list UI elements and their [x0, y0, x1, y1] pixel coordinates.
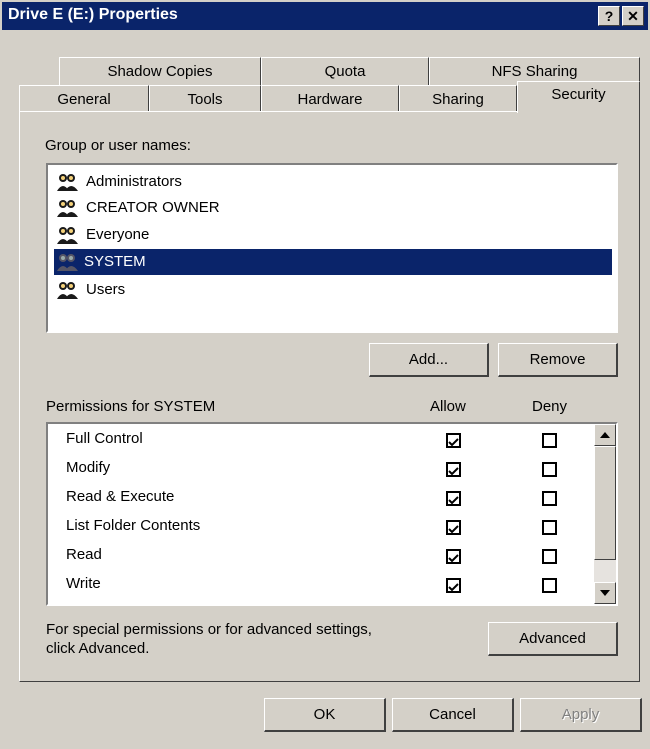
cancel-button[interactable]: Cancel — [392, 698, 514, 732]
check-icon — [448, 467, 459, 476]
title-bar[interactable]: Drive E (E:) Properties ? ✕ — [2, 2, 648, 30]
ok-button[interactable]: OK — [264, 698, 386, 732]
add-button-label: Add... — [408, 351, 449, 368]
check-icon — [448, 525, 459, 534]
permissions-label: Permissions for SYSTEM — [46, 398, 216, 415]
users-group-icon — [57, 254, 78, 271]
advanced-button-label: Advanced — [519, 630, 586, 647]
deny-checkbox[interactable] — [542, 491, 557, 506]
deny-checkbox[interactable] — [542, 433, 557, 448]
check-icon — [448, 438, 459, 447]
user-name: CREATOR OWNER — [86, 199, 220, 216]
deny-header: Deny — [532, 398, 568, 415]
tab-tools[interactable]: Tools — [149, 85, 261, 112]
permission-row: Write — [66, 575, 101, 604]
tab-hardware[interactable]: Hardware — [261, 85, 399, 112]
tab-security[interactable]: Security — [517, 81, 640, 113]
list-item-selected[interactable]: SYSTEM — [54, 249, 612, 275]
tab-label: Sharing — [432, 91, 484, 108]
arrow-up-icon — [600, 432, 610, 438]
close-button[interactable]: ✕ — [622, 6, 644, 26]
tab-label: Hardware — [297, 91, 363, 108]
tab-label: General — [57, 91, 111, 108]
allow-checkbox[interactable] — [446, 491, 461, 506]
users-group-icon — [57, 200, 78, 217]
allow-checkbox[interactable] — [446, 520, 461, 535]
add-button[interactable]: Add... — [369, 343, 489, 377]
tab-label: Security — [551, 86, 606, 103]
deny-checkbox[interactable] — [542, 520, 557, 535]
check-icon — [448, 496, 459, 505]
close-icon: ✕ — [627, 8, 639, 24]
permission-row: List Folder Contents — [66, 517, 200, 546]
advanced-note-line: click Advanced. — [46, 640, 150, 657]
cancel-button-label: Cancel — [429, 706, 476, 723]
tab-shadow-copies[interactable]: Shadow Copies — [59, 57, 261, 85]
users-group-icon — [57, 174, 78, 191]
user-name: Users — [86, 281, 126, 298]
check-icon — [448, 554, 459, 563]
allow-checkbox[interactable] — [446, 578, 461, 593]
permission-name: Read — [66, 546, 102, 563]
apply-button[interactable]: Apply — [520, 698, 642, 732]
deny-checkbox[interactable] — [542, 549, 557, 564]
permission-name: List Folder Contents — [66, 517, 201, 534]
scroll-thumb[interactable] — [594, 446, 616, 560]
permission-row: Read & Execute — [66, 488, 174, 517]
security-panel: Group or user names: Administrators CREA… — [19, 111, 640, 682]
users-group-icon — [57, 227, 78, 244]
deny-checkbox[interactable] — [542, 578, 557, 593]
allow-checkbox[interactable] — [446, 433, 461, 448]
permission-name: Full Control — [66, 430, 143, 447]
permission-row: Read — [66, 546, 102, 575]
arrow-down-icon — [600, 590, 610, 596]
scroll-up-button[interactable] — [594, 424, 616, 446]
allow-header: Allow — [430, 398, 466, 415]
permission-name: Modify — [66, 459, 111, 476]
tab-label: Quota — [324, 63, 366, 80]
allow-checkbox[interactable] — [446, 462, 461, 477]
permission-row: Full Control — [66, 430, 143, 459]
tab-quota[interactable]: Quota — [261, 57, 429, 85]
vertical-scrollbar[interactable] — [594, 424, 616, 604]
advanced-button[interactable]: Advanced — [488, 622, 618, 656]
remove-button[interactable]: Remove — [498, 343, 618, 377]
user-list[interactable]: Administrators CREATOR OWNER Everyone SY… — [46, 163, 618, 333]
permission-name: Write — [66, 575, 101, 592]
help-button[interactable]: ? — [598, 6, 620, 26]
user-name: Administrators — [86, 173, 182, 190]
window-title: Drive E (E:) Properties — [8, 6, 178, 23]
allow-checkbox[interactable] — [446, 549, 461, 564]
tab-sharing[interactable]: Sharing — [399, 85, 517, 112]
scroll-down-button[interactable] — [594, 582, 616, 604]
advanced-note-line: For special permissions or for advanced … — [46, 621, 372, 638]
users-group-icon — [57, 282, 78, 299]
tab-label: NFS Sharing — [491, 63, 578, 80]
properties-dialog: Drive E (E:) Properties ? ✕ Shadow Copie… — [0, 0, 650, 749]
deny-checkbox[interactable] — [542, 462, 557, 477]
check-icon — [448, 583, 459, 592]
tab-label: Tools — [187, 91, 223, 108]
user-name: SYSTEM — [84, 253, 146, 270]
user-name: Everyone — [86, 226, 150, 243]
tab-label: Shadow Copies — [107, 63, 213, 80]
permissions-list[interactable]: Full Control Modify Read & Execute List … — [46, 422, 618, 606]
ok-button-label: OK — [313, 706, 336, 723]
help-icon: ? — [604, 8, 614, 24]
apply-button-label: Apply — [561, 706, 600, 723]
group-label: Group or user names: — [45, 137, 191, 154]
tab-general[interactable]: General — [19, 85, 149, 112]
permission-name: Read & Execute — [66, 488, 175, 505]
remove-button-label: Remove — [529, 351, 586, 368]
permission-row: Modify — [66, 459, 110, 488]
advanced-note: For special permissions or for advanced … — [46, 620, 372, 658]
